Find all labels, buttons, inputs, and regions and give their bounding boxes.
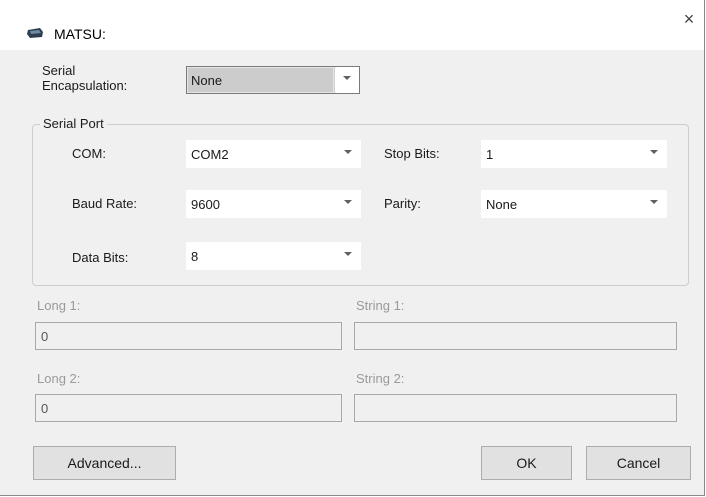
string1-field[interactable]: [354, 322, 677, 350]
com-value: COM2: [191, 147, 229, 162]
long2-value: 0: [41, 401, 49, 416]
encapsulation-label: Serial Encapsulation:: [42, 63, 128, 93]
stop-bits-label: Stop Bits:: [384, 146, 440, 161]
data-bits-label: Data Bits:: [72, 250, 129, 265]
chevron-down-icon: [344, 150, 352, 154]
ok-button[interactable]: OK: [481, 446, 572, 480]
data-bits-select[interactable]: 8: [186, 242, 361, 270]
chevron-down-icon: [650, 150, 658, 154]
baud-rate-select[interactable]: 9600: [186, 190, 361, 218]
dialog-window: MATSU: × Serial Encapsulation: None Seri…: [0, 0, 705, 496]
encapsulation-dropdown-area: [334, 67, 359, 93]
chevron-down-icon: [344, 200, 352, 204]
com-select[interactable]: COM2: [186, 140, 361, 168]
stop-bits-select[interactable]: 1: [481, 140, 667, 168]
long1-label: Long 1:: [37, 298, 81, 313]
long2-label: Long 2:: [37, 371, 81, 386]
long1-value: 0: [41, 329, 49, 344]
stop-bits-value: 1: [486, 147, 494, 162]
advanced-button[interactable]: Advanced...: [33, 446, 176, 480]
serial-port-group-label: Serial Port: [40, 116, 107, 131]
encapsulation-select[interactable]: None: [186, 66, 360, 94]
data-bits-value: 8: [191, 249, 199, 264]
cancel-button[interactable]: Cancel: [586, 446, 691, 480]
com-label: COM:: [72, 146, 106, 161]
long2-field[interactable]: 0: [35, 394, 342, 422]
close-icon: ×: [683, 9, 695, 29]
baud-rate-value: 9600: [191, 197, 220, 212]
title-bar: MATSU: ×: [0, 0, 704, 50]
parity-label: Parity:: [384, 196, 421, 211]
device-icon: [27, 28, 43, 38]
chevron-down-icon: [344, 252, 352, 256]
string1-label: String 1:: [356, 298, 405, 313]
parity-select[interactable]: None: [481, 190, 667, 218]
baud-rate-label: Baud Rate:: [72, 196, 138, 211]
parity-value: None: [486, 197, 518, 212]
chevron-down-icon: [343, 76, 351, 80]
string2-field[interactable]: [354, 394, 677, 422]
long1-field[interactable]: 0: [35, 322, 342, 350]
encapsulation-value: None: [191, 73, 223, 88]
close-button[interactable]: ×: [678, 8, 700, 30]
window-title: MATSU:: [54, 26, 106, 42]
chevron-down-icon: [650, 200, 658, 204]
string2-label: String 2:: [356, 371, 405, 386]
